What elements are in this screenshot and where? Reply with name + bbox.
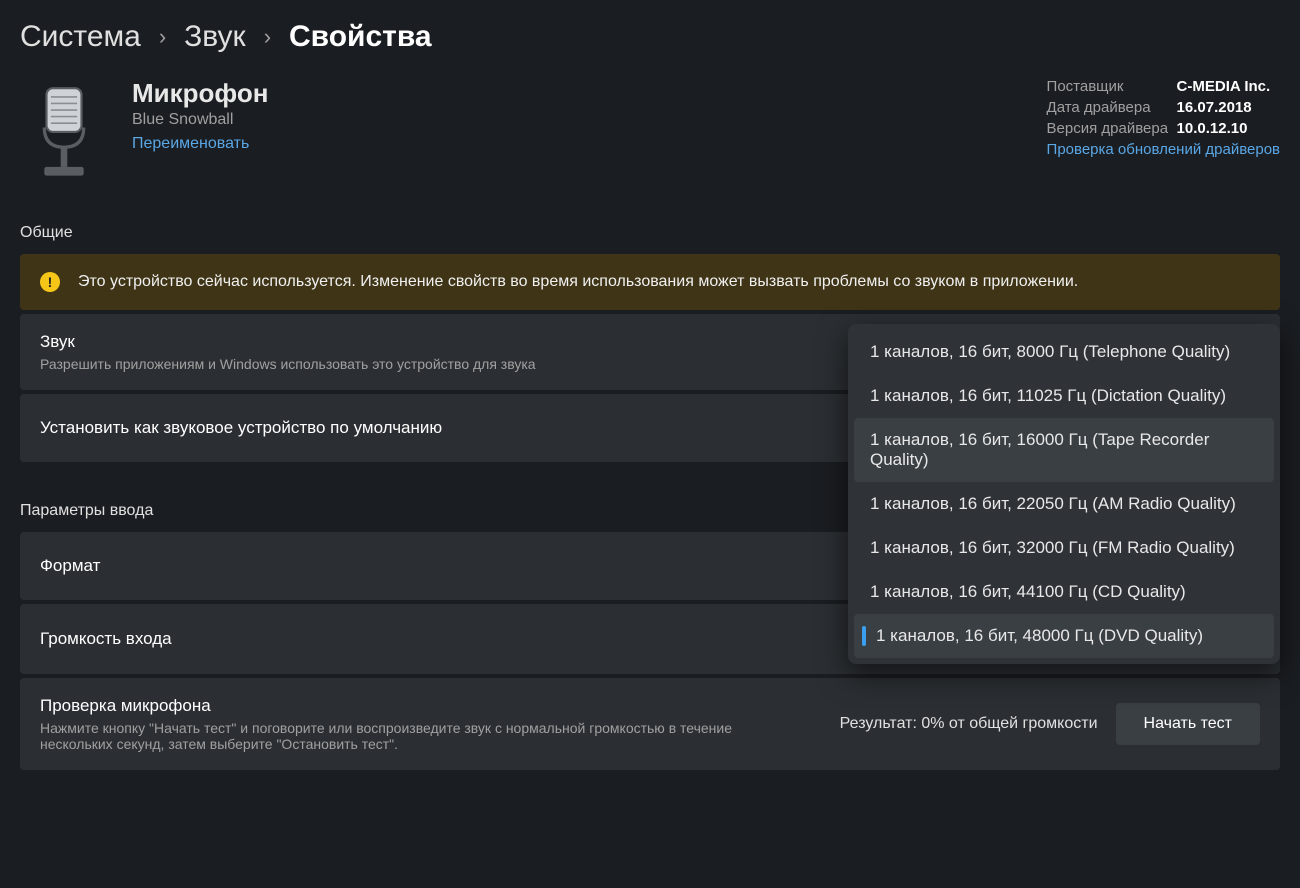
breadcrumb-sound[interactable]: Звук xyxy=(184,20,246,54)
warning-text: Это устройство сейчас используется. Изме… xyxy=(78,273,1078,291)
format-option[interactable]: 1 каналов, 16 бит, 32000 Гц (FM Radio Qu… xyxy=(854,526,1274,570)
format-card-title: Формат xyxy=(40,556,100,576)
driver-date-label: Дата драйвера xyxy=(1047,99,1177,116)
breadcrumb: Система › Звук › Свойства xyxy=(20,20,1280,54)
sound-card-title: Звук xyxy=(40,332,536,352)
device-title: Микрофон xyxy=(132,78,268,109)
rename-link[interactable]: Переименовать xyxy=(132,135,268,153)
mic-test-desc: Нажмите кнопку "Начать тест" и поговорит… xyxy=(40,720,760,752)
default-device-title: Установить как звуковое устройство по ум… xyxy=(40,418,442,438)
warning-icon: ! xyxy=(40,272,60,292)
format-dropdown[interactable]: 1 каналов, 16 бит, 8000 Гц (Telephone Qu… xyxy=(848,324,1280,664)
mic-test-result: Результат: 0% от общей громкости xyxy=(840,715,1098,733)
format-option[interactable]: 1 каналов, 16 бит, 16000 Гц (Tape Record… xyxy=(854,418,1274,482)
format-option[interactable]: 1 каналов, 16 бит, 22050 Гц (AM Radio Qu… xyxy=(854,482,1274,526)
mic-test-card: Проверка микрофона Нажмите кнопку "Начат… xyxy=(20,678,1280,770)
check-driver-updates-link[interactable]: Проверка обновлений драйверов xyxy=(1047,141,1280,158)
device-icon xyxy=(20,78,108,188)
breadcrumb-properties: Свойства xyxy=(289,20,432,54)
chevron-right-icon: › xyxy=(264,24,271,50)
format-option[interactable]: 1 каналов, 16 бит, 48000 Гц (DVD Quality… xyxy=(854,614,1274,658)
format-option[interactable]: 1 каналов, 16 бит, 44100 Гц (CD Quality) xyxy=(854,570,1274,614)
format-option[interactable]: 1 каналов, 16 бит, 11025 Гц (Dictation Q… xyxy=(854,374,1274,418)
input-volume-title: Громкость входа xyxy=(40,629,172,649)
driver-version-value: 10.0.12.10 xyxy=(1177,120,1248,137)
driver-date-value: 16.07.2018 xyxy=(1177,99,1252,116)
format-option[interactable]: 1 каналов, 16 бит, 8000 Гц (Telephone Qu… xyxy=(854,330,1274,374)
start-test-button[interactable]: Начать тест xyxy=(1116,703,1260,745)
mic-test-title: Проверка микрофона xyxy=(40,696,760,716)
driver-info: Поставщик C-MEDIA Inc. Дата драйвера 16.… xyxy=(1047,78,1280,158)
driver-provider-value: C-MEDIA Inc. xyxy=(1177,78,1271,95)
device-subtitle: Blue Snowball xyxy=(132,111,268,129)
chevron-right-icon: › xyxy=(159,24,166,50)
section-general-title: Общие xyxy=(20,224,1280,242)
warning-banner: ! Это устройство сейчас используется. Из… xyxy=(20,254,1280,310)
sound-card-desc: Разрешить приложениям и Windows использо… xyxy=(40,356,536,372)
driver-provider-label: Поставщик xyxy=(1047,78,1177,95)
driver-version-label: Версия драйвера xyxy=(1047,120,1177,137)
breadcrumb-system[interactable]: Система xyxy=(20,20,141,54)
